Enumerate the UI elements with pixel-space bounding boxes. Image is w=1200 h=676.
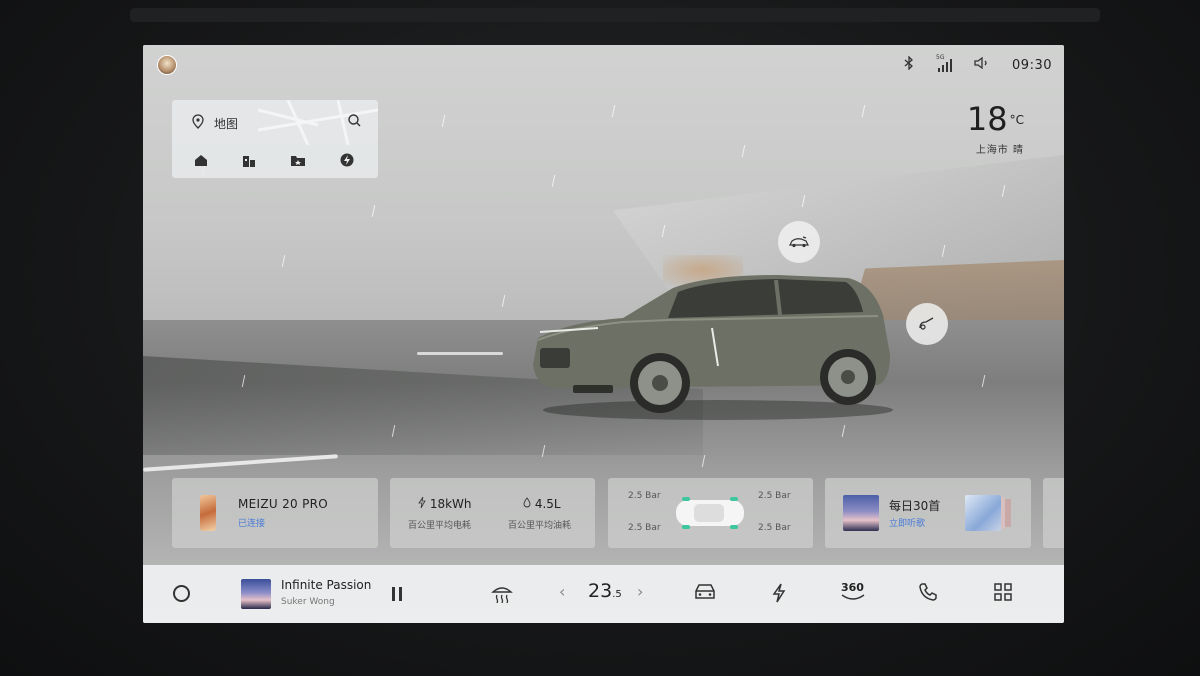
car-trunk-hotspot[interactable] <box>906 303 948 345</box>
album-stack-back <box>1005 499 1011 527</box>
pause-icon[interactable] <box>391 587 403 601</box>
map-label: 地图 <box>214 117 239 131</box>
chevron-right-icon[interactable]: › <box>637 582 643 601</box>
search-icon[interactable] <box>347 113 362 132</box>
bottom-dock: Infinite Passion Suker Wong ‹ 23.5 › 360 <box>143 565 1064 623</box>
energy-card[interactable]: 18kWh 4.5L 百公里平均电耗 百公里平均油耗 <box>390 478 595 548</box>
home-circle-icon[interactable] <box>173 585 190 602</box>
weather-location: 上海市 <box>975 145 1009 156</box>
office-icon[interactable] <box>242 152 256 171</box>
phone-icon[interactable] <box>919 583 937 605</box>
weather-unit: °C <box>1009 113 1024 127</box>
playlist-title: 每日30首 <box>889 499 941 513</box>
tire-rear-right: 2.5 Bar <box>758 523 791 533</box>
car-door-icon <box>788 233 810 252</box>
phone-thumbnail <box>200 495 216 531</box>
weather-temp-row: 18 °C <box>967 101 1024 137</box>
next-card-peek[interactable] <box>1043 478 1064 548</box>
favorite-folder-icon[interactable] <box>290 152 306 171</box>
map-widget[interactable]: 地图 <box>172 100 378 178</box>
user-avatar[interactable] <box>157 55 177 75</box>
now-playing-artist: Suker Wong <box>281 597 335 607</box>
vehicle-image <box>533 275 893 420</box>
electric-value: 18kWh <box>429 497 472 511</box>
tire-rear-left: 2.5 Bar <box>628 523 661 533</box>
music-card[interactable]: 每日30首 立即听歌 <box>825 478 1031 548</box>
ground-light-strip <box>417 352 503 355</box>
fuel-value: 4.5L <box>534 497 561 511</box>
car-icon[interactable] <box>694 583 716 605</box>
phone-name: MEIZU 20 PRO <box>238 497 328 511</box>
now-playing-cover[interactable] <box>241 579 271 609</box>
weather-condition: 晴 <box>1013 145 1024 156</box>
lightning-icon <box>418 496 430 511</box>
status-bar: 5G 09:30 <box>904 54 1052 76</box>
tire-pressure-card[interactable]: 2.5 Bar 2.5 Bar 2.5 Bar 2.5 Bar <box>608 478 813 548</box>
tire-front-right: 2.5 Bar <box>758 491 791 501</box>
car-top-view-icon <box>676 497 744 529</box>
fuel-drop-icon <box>523 497 535 511</box>
bezel-top-strip <box>130 8 1100 22</box>
defrost-icon[interactable] <box>491 583 513 607</box>
clock: 09:30 <box>1012 57 1052 73</box>
map-shortcuts <box>194 152 354 171</box>
tire-front-left: 2.5 Bar <box>628 491 661 501</box>
map-label-row[interactable]: 地图 <box>190 114 238 133</box>
album-cover <box>965 495 1001 531</box>
playlist-action[interactable]: 立即听歌 <box>889 516 925 529</box>
infotainment-screen: 5G 09:30 地图 18 °C 上海市 晴 MEIZU 20 PRO 已连接… <box>143 45 1064 623</box>
bluetooth-icon[interactable] <box>904 55 914 74</box>
camera-360-label: 360 <box>841 581 864 594</box>
fuel-consumption: 4.5L <box>523 497 561 511</box>
electric-consumption: 18kWh <box>418 496 472 511</box>
car-door-hotspot[interactable] <box>778 221 820 263</box>
playlist-cover <box>843 495 879 531</box>
temp-decimal: .5 <box>612 589 622 600</box>
weather-location-row: 上海市 晴 <box>967 141 1024 156</box>
temp-main: 23 <box>588 580 613 602</box>
charging-icon[interactable] <box>340 152 354 171</box>
phone-status: 已连接 <box>238 519 266 529</box>
signal-5g-icon: 5G <box>936 54 953 72</box>
chevron-left-icon[interactable]: ‹ <box>559 582 565 601</box>
camera-360-icon[interactable]: 360 <box>841 581 866 602</box>
apps-grid-icon[interactable] <box>994 583 1012 605</box>
weather-temperature: 18 <box>966 100 1008 138</box>
map-pin-icon <box>190 114 206 133</box>
weather-widget[interactable]: 18 °C 上海市 晴 <box>967 101 1024 156</box>
phone-card[interactable]: MEIZU 20 PRO 已连接 <box>172 478 378 548</box>
now-playing-title[interactable]: Infinite Passion <box>281 578 371 592</box>
electric-label: 百公里平均电耗 <box>408 521 472 531</box>
volume-icon[interactable] <box>974 56 990 74</box>
energy-icon[interactable] <box>771 583 787 607</box>
fuel-label: 百公里平均油耗 <box>508 521 572 531</box>
car-trunk-icon <box>918 315 936 334</box>
home-icon[interactable] <box>194 152 208 171</box>
cabin-temperature[interactable]: 23.5 <box>588 580 622 602</box>
